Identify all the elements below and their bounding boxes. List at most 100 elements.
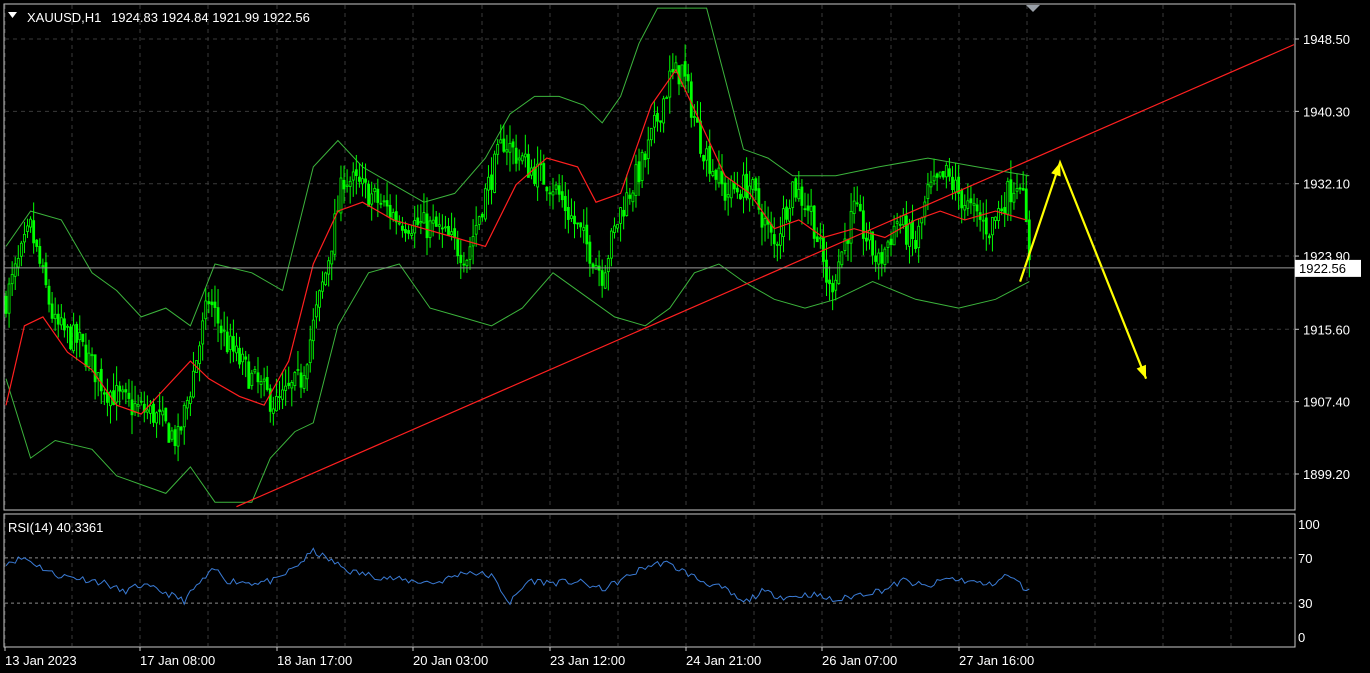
candle-body	[566, 206, 570, 220]
candle-body	[127, 392, 131, 399]
candle-body	[1009, 179, 1013, 203]
candle-body	[290, 382, 294, 389]
candle-body	[861, 210, 865, 239]
candle-body	[216, 307, 220, 324]
candle-body	[634, 164, 638, 196]
candle-body	[330, 250, 334, 265]
candle-body	[628, 194, 632, 199]
candle-body	[235, 345, 238, 354]
candle-body	[477, 216, 481, 225]
candle-body	[158, 409, 162, 412]
candle-body	[155, 412, 158, 424]
candle-body	[416, 217, 420, 225]
candle-body	[1012, 192, 1016, 203]
candle-body	[121, 389, 125, 393]
candle-body	[422, 212, 426, 224]
candle-body	[397, 222, 401, 225]
candle-body	[818, 237, 822, 240]
candle-body	[250, 372, 254, 386]
candle-body	[1000, 208, 1004, 212]
rsi-tick-label: 0	[1298, 630, 1305, 645]
candle-body	[59, 317, 63, 326]
candle-body	[745, 173, 748, 199]
candle-body	[84, 344, 88, 367]
candle-body	[431, 219, 435, 224]
candle-body	[788, 208, 792, 222]
candle-body	[763, 218, 767, 226]
candle-body	[883, 248, 887, 265]
candle-body	[944, 164, 948, 178]
candle-body	[880, 252, 884, 264]
candle-body	[483, 188, 487, 220]
candle-body	[557, 185, 561, 195]
candle-body	[600, 270, 604, 286]
candle-body	[858, 204, 862, 212]
candle-body	[637, 161, 641, 183]
candle-body	[585, 224, 589, 245]
candle-body	[668, 70, 672, 98]
candle-body	[560, 191, 564, 201]
candle-body	[874, 255, 878, 262]
candle-body	[711, 171, 715, 176]
candle-body	[1024, 188, 1028, 223]
candle-body	[259, 381, 263, 385]
candle-body	[53, 313, 57, 320]
candle-body	[941, 170, 945, 178]
candle-body	[665, 97, 669, 100]
candle-body	[287, 382, 291, 386]
candle-body	[791, 181, 795, 208]
candle-body	[247, 361, 251, 389]
candle-body	[800, 186, 804, 206]
symbol-timeframe: XAUUSD,H1	[27, 10, 101, 25]
candle-body	[81, 333, 85, 342]
candle-body	[775, 243, 779, 246]
candle-body	[410, 233, 414, 236]
candle-body	[622, 209, 626, 217]
candle-body	[920, 217, 924, 224]
candle-body	[75, 323, 79, 343]
candle-body	[13, 263, 17, 277]
candle-body	[969, 198, 973, 204]
candle-body	[932, 175, 936, 182]
candle-body	[253, 368, 257, 373]
candle-body	[834, 279, 838, 291]
candle-body	[994, 216, 997, 221]
candle-body	[404, 229, 407, 234]
candle-body	[837, 261, 841, 284]
candle-body	[496, 144, 500, 155]
time-tick-label: 26 Jan 07:00	[822, 653, 897, 668]
candle-body	[357, 176, 361, 182]
candle-body	[385, 200, 389, 207]
candle-body	[972, 202, 976, 206]
candle-body	[573, 215, 576, 225]
candle-body	[238, 347, 241, 365]
candle-body	[904, 215, 908, 245]
candle-body	[173, 429, 177, 446]
price-tick-label: 1907.40	[1303, 395, 1350, 410]
candle-body	[311, 319, 315, 342]
candle-body	[133, 403, 137, 413]
candle-body	[1021, 188, 1025, 191]
candle-body	[19, 242, 23, 257]
candle-body	[201, 320, 205, 345]
rsi-tick-label: 100	[1298, 517, 1320, 532]
candle-body	[508, 142, 512, 153]
candle-body	[176, 426, 180, 447]
candle-body	[345, 184, 349, 187]
rsi-tick-label: 30	[1298, 596, 1312, 611]
candle-body	[444, 226, 447, 229]
candle-body	[708, 146, 712, 174]
candle-body	[929, 181, 933, 188]
price-tick-label: 1948.50	[1303, 32, 1350, 47]
candle-body	[44, 262, 48, 286]
candle-body	[576, 222, 579, 225]
candle-body	[228, 335, 232, 350]
candle-body	[631, 192, 635, 203]
candle-body	[865, 237, 868, 242]
chart-window[interactable]: 1948.501940.301932.101923.901915.601907.…	[0, 0, 1370, 673]
candle-body	[923, 201, 927, 218]
candle-body	[646, 139, 650, 160]
candle-body	[256, 372, 260, 383]
candle-body	[161, 410, 165, 416]
candle-body	[361, 178, 364, 185]
